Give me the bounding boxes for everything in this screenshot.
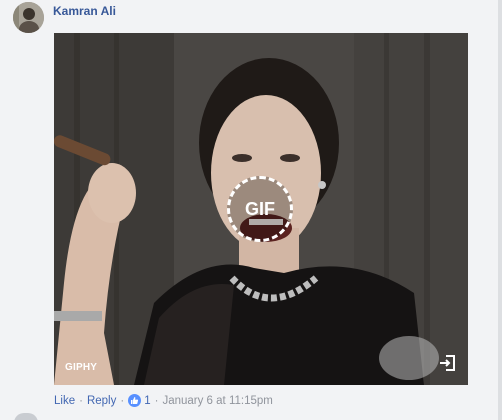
- gif-play-button[interactable]: GIF: [227, 176, 293, 242]
- next-avatar-partial: [14, 413, 38, 420]
- comment-container: Kamran Ali GIF GIPHY Like · Reply · 1 · …: [0, 0, 502, 420]
- action-separator: ·: [154, 394, 159, 407]
- gif-attachment[interactable]: GIF GIPHY: [54, 33, 468, 385]
- action-separator: ·: [79, 394, 83, 407]
- thumbs-up-icon[interactable]: [128, 394, 142, 407]
- avatar[interactable]: [13, 2, 44, 33]
- reaction-count[interactable]: 1: [144, 395, 150, 407]
- user-avatar-icon: [13, 2, 44, 33]
- open-external-icon[interactable]: [437, 353, 457, 373]
- comment-author-link[interactable]: Kamran Ali: [53, 4, 116, 18]
- reply-link[interactable]: Reply: [87, 395, 116, 407]
- panel-edge: [498, 0, 502, 420]
- giphy-attribution: GIPHY: [65, 362, 98, 373]
- comment-actions: Like · Reply · 1 · January 6 at 11:15pm: [54, 394, 273, 407]
- action-separator: ·: [120, 394, 125, 407]
- like-link[interactable]: Like: [54, 395, 75, 407]
- comment-timestamp[interactable]: January 6 at 11:15pm: [162, 395, 272, 407]
